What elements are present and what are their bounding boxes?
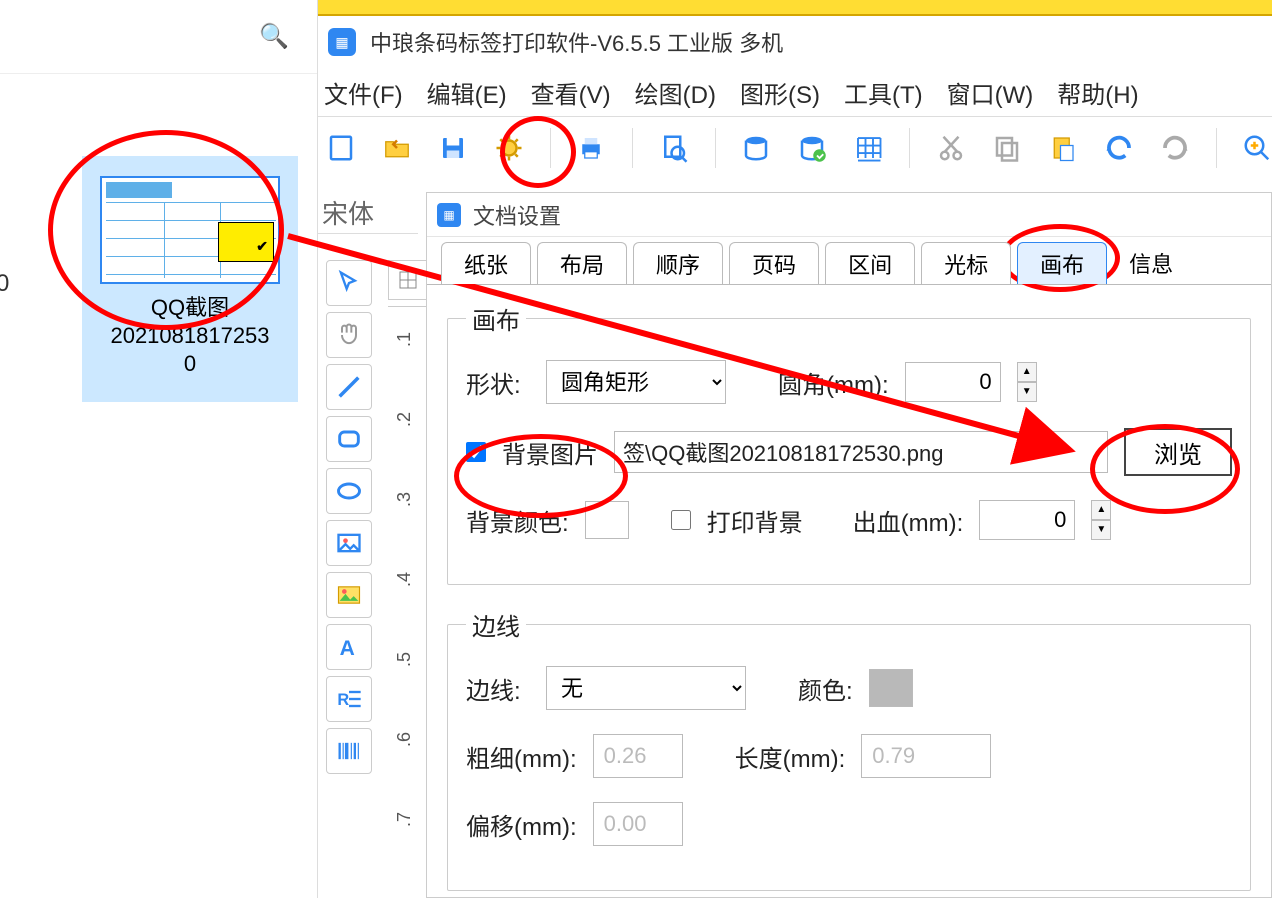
- tab-info[interactable]: 信息: [1113, 242, 1195, 284]
- thumbnail-preview: ✔: [100, 176, 280, 284]
- printbg-checkbox[interactable]: [671, 510, 691, 530]
- tab-cursor[interactable]: 光标: [921, 242, 1011, 284]
- thickness-label: 粗细(mm):: [466, 739, 577, 774]
- tab-canvas[interactable]: 画布: [1017, 242, 1107, 284]
- browse-button[interactable]: 浏览: [1124, 428, 1232, 476]
- settings-form: 画布 形状: 圆角矩形 圆角(mm): ▲▼ 背景图片 签\QQ截图202108…: [447, 301, 1251, 887]
- menu-view[interactable]: 查看(V): [531, 75, 611, 110]
- rounded-rect-tool[interactable]: [326, 416, 372, 462]
- preview-button[interactable]: [659, 126, 689, 170]
- text-tool[interactable]: A: [326, 624, 372, 670]
- ellipse-tool[interactable]: [326, 468, 372, 514]
- open-button[interactable]: [382, 126, 412, 170]
- app-icon: ▦: [328, 28, 356, 56]
- border-group: 边线 边线: 无 颜色: 粗细(mm): 长度(mm): 偏移(mm):: [447, 607, 1251, 891]
- image-tool[interactable]: [326, 520, 372, 566]
- window-top-accent: [318, 0, 1272, 16]
- grid-button[interactable]: [853, 126, 883, 170]
- tool-palette: A R: [326, 260, 376, 774]
- radius-label: 圆角(mm):: [778, 365, 889, 400]
- border-line-label: 边线:: [466, 671, 530, 706]
- vertical-ruler: .1 .2 .3 .4 .5 .6 .7: [388, 306, 428, 898]
- line-tool[interactable]: [326, 364, 372, 410]
- title-bar: ▦ 中琅条码标签打印软件-V6.5.5 工业版 多机: [318, 16, 1272, 68]
- print-button[interactable]: [576, 126, 606, 170]
- new-doc-button[interactable]: [326, 126, 356, 170]
- radius-input[interactable]: [905, 362, 1001, 402]
- document-settings-button[interactable]: [494, 126, 524, 170]
- cut-button[interactable]: [936, 126, 966, 170]
- bgimg-path[interactable]: 签\QQ截图20210818172530.png: [614, 431, 1108, 473]
- bleed-input[interactable]: [979, 500, 1075, 540]
- font-name-display[interactable]: 宋体: [318, 194, 418, 234]
- app-title: 中琅条码标签打印软件-V6.5.5 工业版 多机: [370, 26, 783, 58]
- bgcolor-label: 背景颜色:: [466, 503, 569, 538]
- menu-help[interactable]: 帮助(H): [1057, 75, 1138, 110]
- paste-button[interactable]: [1048, 126, 1078, 170]
- offset-label: 偏移(mm):: [466, 807, 577, 842]
- thickness-input[interactable]: [593, 734, 683, 778]
- svg-text:R: R: [337, 691, 349, 709]
- shape-label: 形状:: [466, 365, 530, 400]
- bgcolor-swatch[interactable]: [585, 501, 629, 539]
- tab-page[interactable]: 页码: [729, 242, 819, 284]
- search-icon[interactable]: 🔍: [259, 22, 289, 51]
- document-settings-panel: ▦ 文档设置 纸张 布局 顺序 页码 区间 光标 画布 信息 画布 形状: 圆角…: [426, 192, 1272, 898]
- pan-tool[interactable]: [326, 312, 372, 358]
- panel-icon: ▦: [437, 203, 461, 227]
- tab-order[interactable]: 顺序: [633, 242, 723, 284]
- radius-spinner[interactable]: ▲▼: [1017, 362, 1037, 402]
- tab-paper[interactable]: 纸张: [441, 242, 531, 284]
- bgimg-checkbox[interactable]: [466, 442, 486, 462]
- panel-title: 文档设置: [473, 199, 561, 231]
- axis-zero-label: 0: [0, 270, 9, 298]
- file-thumbnail[interactable]: ✔ QQ截图 2021081817253 0: [82, 156, 298, 402]
- length-input[interactable]: [861, 734, 991, 778]
- ruler-origin[interactable]: [388, 260, 428, 300]
- border-color-swatch[interactable]: [869, 669, 913, 707]
- bgimg-label: 背景图片: [502, 435, 598, 470]
- zoom-in-button[interactable]: [1242, 126, 1272, 170]
- length-label: 长度(mm):: [735, 739, 846, 774]
- tab-layout[interactable]: 布局: [537, 242, 627, 284]
- redo-button[interactable]: [1160, 126, 1190, 170]
- barcode-tool[interactable]: [326, 728, 372, 774]
- tab-range[interactable]: 区间: [825, 242, 915, 284]
- select-tool[interactable]: [326, 260, 372, 306]
- border-line-select[interactable]: 无: [546, 666, 746, 710]
- file-explorer-panel: 🔍 0 ✔ QQ截图 2021081817253 0: [0, 0, 318, 898]
- canvas-group: 画布 形状: 圆角矩形 圆角(mm): ▲▼ 背景图片 签\QQ截图202108…: [447, 301, 1251, 585]
- picture-tool[interactable]: [326, 572, 372, 618]
- copy-button[interactable]: [992, 126, 1022, 170]
- search-row: 🔍: [0, 0, 317, 74]
- database-refresh-button[interactable]: [797, 126, 827, 170]
- menu-window[interactable]: 窗口(W): [947, 75, 1034, 110]
- database-button[interactable]: [741, 126, 771, 170]
- printbg-label: 打印背景: [707, 503, 803, 538]
- menu-bar: 文件(F) 编辑(E) 查看(V) 绘图(D) 图形(S) 工具(T) 窗口(W…: [318, 68, 1272, 116]
- bleed-label: 出血(mm):: [853, 503, 964, 538]
- menu-file[interactable]: 文件(F): [324, 75, 403, 110]
- application-window: ▦ 中琅条码标签打印软件-V6.5.5 工业版 多机 文件(F) 编辑(E) 查…: [318, 0, 1272, 898]
- menu-tool[interactable]: 工具(T): [844, 75, 923, 110]
- settings-tabs: 纸张 布局 顺序 页码 区间 光标 画布 信息: [427, 237, 1271, 285]
- undo-button[interactable]: [1104, 126, 1134, 170]
- thumbnail-filename: QQ截图 2021081817253 0: [110, 294, 269, 378]
- save-button[interactable]: [438, 126, 468, 170]
- richtext-tool[interactable]: R: [326, 676, 372, 722]
- shape-select[interactable]: 圆角矩形: [546, 360, 726, 404]
- border-legend: 边线: [466, 607, 526, 642]
- svg-text:A: A: [340, 637, 355, 660]
- panel-header: ▦ 文档设置: [427, 193, 1271, 237]
- menu-edit[interactable]: 编辑(E): [427, 75, 507, 110]
- border-color-label: 颜色:: [798, 671, 853, 706]
- menu-shape[interactable]: 图形(S): [740, 75, 820, 110]
- canvas-legend: 画布: [466, 301, 526, 336]
- toolbar: [318, 116, 1272, 178]
- bleed-spinner[interactable]: ▲▼: [1091, 500, 1111, 540]
- menu-draw[interactable]: 绘图(D): [635, 75, 716, 110]
- offset-input[interactable]: [593, 802, 683, 846]
- ruler-column: .1 .2 .3 .4 .5 .6 .7: [388, 260, 428, 898]
